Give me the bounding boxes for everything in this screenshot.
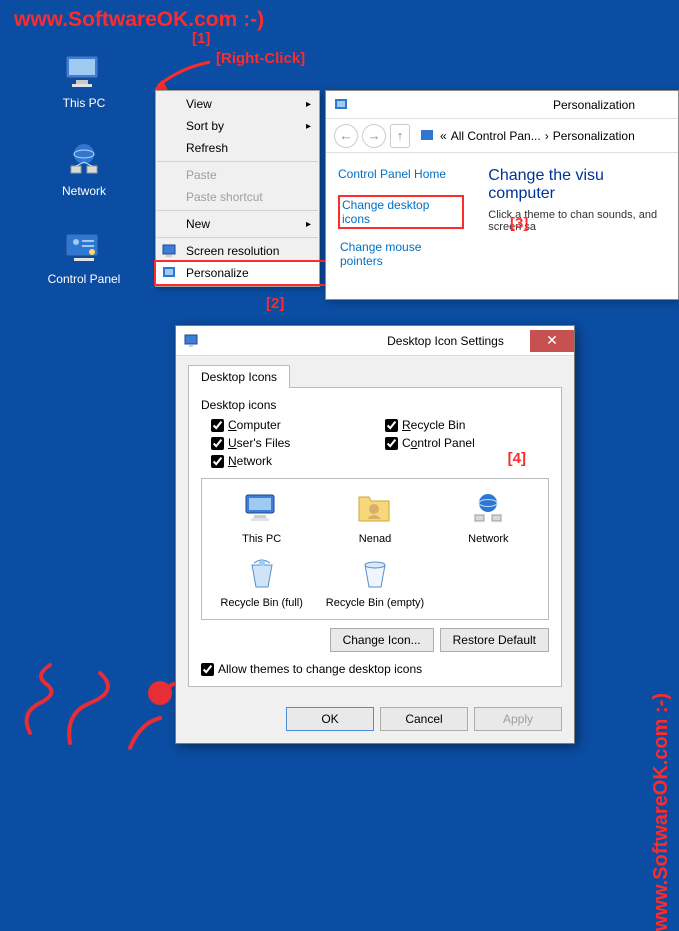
preview-network[interactable]: Network [435,489,542,545]
context-menu: View▸ Sort by▸ Refresh Paste Paste short… [155,90,320,287]
change-desktop-icons-link[interactable]: Change desktop icons [338,195,464,229]
desktop-icon-control-panel[interactable]: Control Panel [44,228,124,286]
preview-user[interactable]: Nenad [321,489,428,545]
group-label: Desktop icons [201,398,549,412]
nav-back-button[interactable]: ← [334,124,358,148]
close-button[interactable]: ✕ [530,330,574,352]
folder-user-icon [355,489,395,529]
window-title: Personalization [510,98,678,112]
breadcrumb-sep: « [440,129,447,143]
preview-label: Recycle Bin (empty) [321,597,428,609]
preview-recycle-empty[interactable]: Recycle Bin (empty) [321,553,428,609]
desktop-icon-label: Network [44,184,124,198]
chevron-right-icon: ▸ [306,99,311,110]
breadcrumb[interactable]: « All Control Pan... › Personalization [420,128,635,144]
change-mouse-pointers-link[interactable]: Change mouse pointers [338,239,464,269]
window-titlebar: Personalization [326,91,678,119]
checkbox-computer[interactable]: Computer [211,418,375,432]
apply-button: Apply [474,707,562,731]
menu-refresh[interactable]: Refresh [156,137,319,159]
tab-pane: Desktop icons Computer Recycle Bin User'… [188,387,562,687]
menu-sort-by[interactable]: Sort by▸ [156,115,319,137]
scribble-decoration [10,643,180,763]
desktop-icon-label: This PC [44,96,124,110]
annotation-4: [4] [508,450,526,467]
breadcrumb-sep: › [545,129,549,143]
checkbox-network[interactable]: Network [211,454,375,468]
menu-separator [157,237,318,238]
annotation-rightclick: [Right-Click] [216,50,305,67]
personalize-icon [334,97,502,113]
cancel-button[interactable]: Cancel [380,707,468,731]
dialog-title: Desktop Icon Settings [361,334,530,348]
menu-paste-shortcut: Paste shortcut [156,186,319,208]
personalize-icon [420,128,436,144]
preview-label: Recycle Bin (full) [208,597,315,609]
menu-separator [157,161,318,162]
checkbox-recycle-bin[interactable]: Recycle Bin [385,418,549,432]
chevron-right-icon: ▸ [306,219,311,230]
menu-view[interactable]: View▸ [156,93,319,115]
desktop-icon-label: Control Panel [44,272,124,286]
control-panel-icon [60,228,108,268]
tab-desktop-icons[interactable]: Desktop Icons [188,365,290,388]
ok-button[interactable]: OK [286,707,374,731]
restore-default-button[interactable]: Restore Default [440,628,549,652]
checkbox-control-panel[interactable]: Control Panel [385,436,549,450]
recycle-bin-empty-icon [355,553,395,593]
desktop-icon-network[interactable]: Network [44,140,124,198]
menu-new[interactable]: New▸ [156,213,319,235]
pers-heading: Change the visu computer [488,167,666,203]
menu-paste: Paste [156,164,319,186]
preview-label: Nenad [321,533,428,545]
icon-preview-grid: This PC Nenad Network Recycle Bin (full)… [201,478,549,620]
desktop-icon-settings-dialog: Desktop Icon Settings ✕ Desktop Icons De… [175,325,575,744]
menu-personalize[interactable]: Personalize [156,262,319,284]
network-icon [468,489,508,529]
preview-label: This PC [208,533,315,545]
personalization-window: Personalization ← → ↑ « All Control Pan.… [325,90,679,300]
network-icon [60,140,108,180]
annotation-1: [1] [192,30,210,47]
menu-screen-resolution[interactable]: Screen resolution [156,240,319,262]
change-icon-button[interactable]: Change Icon... [330,628,434,652]
dialog-titlebar: Desktop Icon Settings ✕ [176,326,574,356]
monitor-icon [162,243,178,259]
desktop-icon-this-pc[interactable]: This PC [44,52,124,110]
nav-up-button[interactable]: ↑ [390,124,410,148]
recycle-bin-full-icon [242,553,282,593]
annotation-2: [2] [266,295,284,312]
watermark-side: www.SoftwareOK.com :-) [650,693,673,931]
checkbox-users-files[interactable]: User's Files [211,436,375,450]
menu-separator [157,210,318,211]
monitor-icon [184,333,353,349]
nav-forward-button[interactable]: → [362,124,386,148]
close-icon: ✕ [530,332,574,349]
computer-icon [242,489,282,529]
chevron-right-icon: ▸ [306,121,311,132]
annotation-3: [3] [510,215,528,232]
window-nav: ← → ↑ « All Control Pan... › Personaliza… [326,119,678,153]
computer-icon [60,52,108,92]
preview-recycle-full[interactable]: Recycle Bin (full) [208,553,315,609]
checkbox-allow-themes[interactable]: Allow themes to change desktop icons [201,662,549,676]
control-panel-home-link[interactable]: Control Panel Home [338,167,464,181]
preview-label: Network [435,533,542,545]
watermark-top: www.SoftwareOK.com :-) [14,8,264,32]
preview-this-pc[interactable]: This PC [208,489,315,545]
